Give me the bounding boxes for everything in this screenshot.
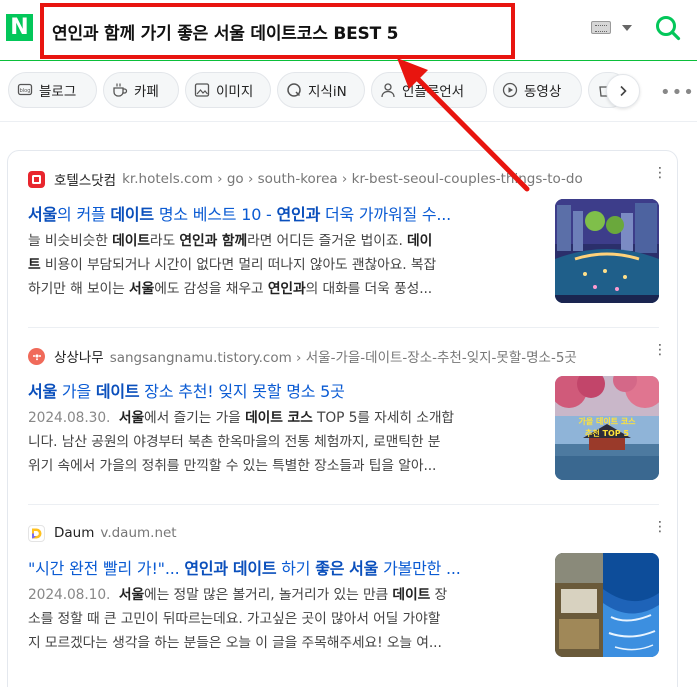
hotels-favicon (28, 170, 45, 188)
tab-blog[interactable]: blog 블로그 (8, 72, 97, 108)
search-tabs: blog 블로그 카페 이미지 지식iN 인플루언서 동영상 ••• (0, 62, 697, 122)
result-description: 2024.08.10. 서울에는 정말 많은 볼거리, 놀거리가 있는 만큼 데… (28, 587, 448, 651)
tab-knowledge[interactable]: 지식iN (277, 72, 365, 108)
influencer-icon (381, 83, 395, 98)
knowledge-icon (287, 83, 301, 97)
tab-video[interactable]: 동영상 (493, 72, 582, 108)
search-header: N 연인과 함께 가기 좋은 서울 데이트코스 BEST 5 (0, 0, 697, 61)
result-thumbnail[interactable]: 가을 데이트 코스 추천 TOP 5 (555, 376, 659, 480)
result-url: v.daum.net (100, 525, 177, 541)
chevron-down-icon[interactable] (622, 25, 632, 31)
tab-label: 카페 (134, 84, 159, 100)
cafe-icon (113, 83, 128, 97)
result-date: 2024.08.10. (28, 587, 111, 603)
result-thumbnail[interactable] (555, 199, 659, 303)
result-site-name: Daum (54, 525, 95, 541)
thumb-caption-line1: 가을 데이트 코스 (578, 416, 636, 426)
result-url: kr.hotels.com › go › south-korea › kr-be… (122, 171, 583, 187)
search-result-2: 상상나무 sangsangnamu.tistory.com › 서울-가을-데이… (28, 343, 667, 486)
tistory-favicon (28, 347, 45, 365)
search-icon[interactable] (654, 14, 682, 42)
result-description: 늘 비슷비슷한 데이트라도 연인과 함께라면 어디든 즐거운 법이죠. 데이 트… (28, 233, 437, 297)
web-results-card: 호텔스닷컴 kr.hotels.com › go › south-korea ›… (7, 150, 678, 687)
result-more-icon[interactable]: ⋮ (653, 343, 667, 364)
result-more-icon[interactable]: ⋮ (653, 520, 667, 541)
result-source[interactable]: 상상나무 sangsangnamu.tistory.com › 서울-가을-데이… (28, 346, 577, 366)
tab-label: 이미지 (216, 84, 254, 100)
result-thumbnail[interactable] (555, 553, 659, 657)
tab-label: 인플루언서 (402, 84, 465, 100)
search-result-3: Daum v.daum.net ⋮ "시간 완전 빨리 가!"... 연인과 데… (28, 520, 667, 663)
tab-image[interactable]: 이미지 (185, 72, 271, 108)
tab-label: 지식iN (308, 84, 347, 100)
result-title[interactable]: 서울의 커플 데이트 명소 베스트 10 - 연인과 더욱 가까워질 수... (28, 201, 540, 225)
more-options-icon[interactable]: ••• (660, 82, 695, 103)
video-icon (502, 82, 518, 98)
search-input[interactable]: 연인과 함께 가기 좋은 서울 데이트코스 BEST 5 (52, 19, 399, 44)
image-icon (194, 83, 210, 97)
svg-text:blog: blog (20, 88, 31, 94)
result-more-icon[interactable]: ⋮ (653, 166, 667, 187)
result-title[interactable]: 서울 가을 데이트 장소 추천! 잊지 못할 명소 5곳 (28, 378, 540, 402)
result-source[interactable]: 호텔스닷컴 kr.hotels.com › go › south-korea ›… (28, 169, 583, 189)
keyboard-icon[interactable] (591, 21, 611, 34)
result-divider (28, 327, 659, 328)
result-divider (28, 504, 659, 505)
chevron-right-icon (620, 85, 627, 97)
result-title[interactable]: "시간 완전 빨리 가!"... 연인과 데이트 하기 좋은 서울 가볼만한 .… (28, 555, 540, 579)
search-input-highlight[interactable]: 연인과 함께 가기 좋은 서울 데이트코스 BEST 5 (40, 3, 515, 59)
tab-label: 블로그 (39, 84, 77, 100)
result-site-name: 상상나무 (54, 350, 104, 366)
tab-influencer[interactable]: 인플루언서 (371, 72, 487, 108)
result-url: sangsangnamu.tistory.com › 서울-가을-데이트-장소-… (109, 350, 577, 366)
result-description: 2024.08.30. 서울에서 즐기는 가을 데이트 코스 TOP 5를 자세… (28, 410, 455, 474)
naver-logo[interactable]: N (6, 14, 33, 41)
thumb-caption-line2: 추천 TOP 5 (585, 428, 629, 438)
result-source[interactable]: Daum v.daum.net (28, 523, 177, 543)
daum-favicon (28, 524, 45, 542)
search-result-1: 호텔스닷컴 kr.hotels.com › go › south-korea ›… (28, 166, 667, 309)
tab-cafe[interactable]: 카페 (103, 72, 179, 108)
result-date: 2024.08.30. (28, 410, 111, 426)
tab-label: 동영상 (524, 84, 562, 100)
tabs-next-button[interactable] (606, 74, 640, 108)
result-site-name: 호텔스닷컴 (54, 173, 117, 189)
blog-icon: blog (17, 83, 33, 96)
